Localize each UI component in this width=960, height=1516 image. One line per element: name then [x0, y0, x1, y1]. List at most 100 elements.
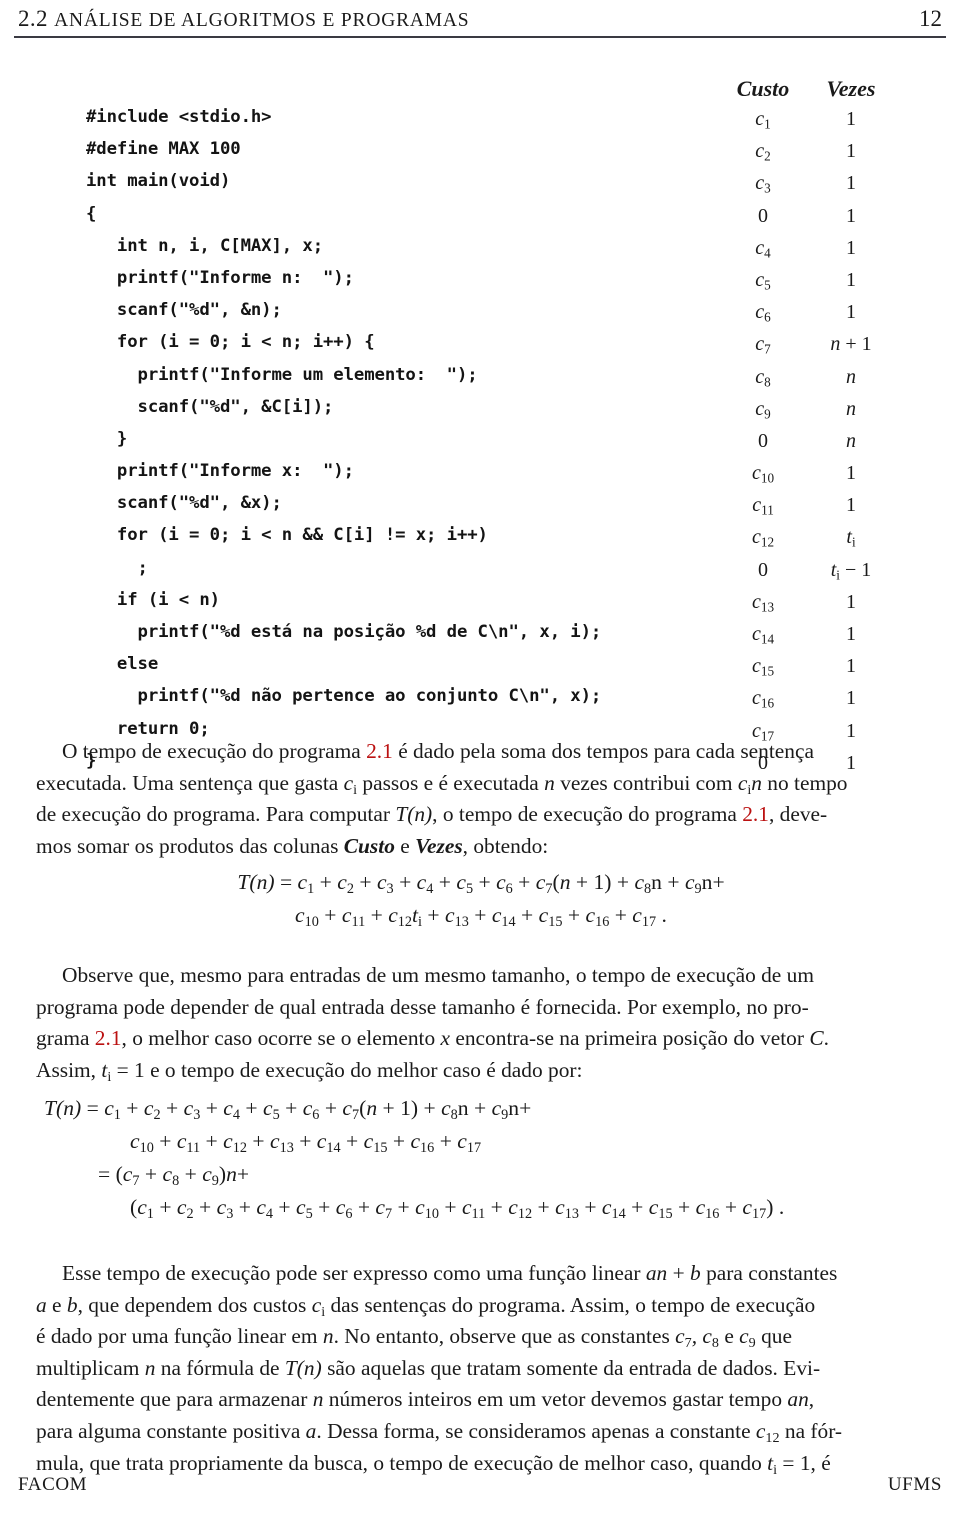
cost-cell: c7 — [755, 333, 771, 357]
section-title: ANÁLISE DE ALGORITMOS E PROGRAMAS — [54, 10, 470, 31]
code-listing-row: ; 0 ti − 1 — [0, 557, 960, 589]
code-line: int main(void) — [86, 171, 231, 192]
code-listing-row: printf("Informe x: "); c10 1 — [0, 460, 960, 492]
math-an-plus-b: an + b — [645, 1261, 701, 1285]
times-cell: 1 — [846, 687, 856, 710]
times-cell: n — [846, 365, 856, 388]
code-line: { — [86, 203, 97, 224]
times-cell: 1 — [846, 494, 856, 517]
code-line: int n, i, C[MAX], x; — [86, 235, 323, 256]
paragraph-line: multiplicam n na fórmula de T(n) são aqu… — [36, 1355, 821, 1380]
page-footer: FACOM UFMS — [18, 1474, 942, 1500]
paragraph-line: Esse tempo de execução pode ser expresso… — [62, 1261, 838, 1285]
math-n: n — [322, 1324, 334, 1349]
code-line: scanf("%d", &x); — [86, 493, 282, 514]
paragraph-line: grama 2.1, o melhor caso ocorre se o ele… — [36, 1026, 829, 1051]
times-cell: 1 — [846, 204, 856, 227]
code-listing-row: int n, i, C[MAX], x; c4 1 — [0, 235, 960, 267]
math-T-n: T(n) — [395, 802, 433, 827]
equation-T-n-best-case: T(n) = c1 + c2 + c3 + c4 + c5 + c6 + c7(… — [36, 1092, 926, 1224]
times-cell: 1 — [846, 236, 856, 259]
code-listing-with-cost-table: Custo Vezes #include <stdio.h> c1 1 #define… — [0, 76, 960, 782]
cost-cell: c6 — [755, 301, 771, 325]
paragraph-line: programa pode depender de qual entrada d… — [36, 994, 809, 1019]
code-listing-row: } 0 n — [0, 428, 960, 460]
times-cell: ti — [846, 526, 856, 551]
footer-institution-right: UFMS — [887, 1474, 942, 1495]
cost-cell: c14 — [751, 623, 775, 647]
code-listing-row: if (i < n) c13 1 — [0, 589, 960, 621]
equation-T-n-general: T(n) = c1 + c2 + c3 + c4 + c5 + c6 + c7(… — [36, 866, 926, 932]
equation-line: c10 + c11 + c12 + c13 + c14 + c15 + c16 … — [130, 1129, 482, 1156]
cost-cell: c12 — [751, 526, 775, 551]
code-listing-row: printf("Informe um elemento: "); c8 n — [0, 364, 960, 396]
code-listing-row: scanf("%d", &x); c11 1 — [0, 492, 960, 524]
code-line: #define MAX 100 — [86, 139, 241, 160]
cost-cell: c5 — [755, 268, 771, 293]
code-line: #include <stdio.h> — [86, 107, 272, 127]
code-listing-row: scanf("%d", &C[i]); c9 n — [0, 396, 960, 428]
times-cell: n — [846, 397, 856, 420]
paragraph-observe-que: Observe que, mesmo para entradas de um m… — [36, 960, 926, 1086]
paragraph-line: O tempo de execução do programa 2.1 é da… — [62, 739, 814, 763]
emph-custo: Custo — [343, 833, 395, 858]
cross-reference-2-1[interactable]: 2.1 — [95, 1026, 122, 1050]
times-cell: 1 — [846, 172, 856, 195]
code-listing-row: for (i = 0; i < n; i++) {c7 n + 1 — [0, 331, 960, 363]
code-listing-row: printf("%d não pertence ao conjunto C\n"… — [0, 685, 960, 717]
math-a: a — [36, 1292, 47, 1317]
cost-cell: c9 — [755, 397, 771, 422]
code-listing-row: printf("Informe n: "); c5 1 — [0, 267, 960, 299]
paragraph-line: é dado por uma função linear em n. No en… — [36, 1324, 792, 1352]
running-head-title: 2.2 ANÁLISE DE ALGORITMOS E PROGRAMAS — [18, 6, 469, 32]
code-listing-row: else c15 1 — [0, 653, 960, 685]
math-T-n: T(n) — [284, 1355, 322, 1380]
code-listing-row: {0 1 — [0, 203, 960, 235]
math-c-9: c9 — [739, 1324, 756, 1352]
math-x: x — [440, 1026, 451, 1051]
paragraph-line: para alguma constante positiva a. Dessa … — [36, 1418, 843, 1446]
times-cell: 1 — [846, 108, 856, 130]
cost-cell: c10 — [751, 462, 775, 486]
cost-cell: c2 — [755, 140, 771, 164]
cost-cell: c11 — [752, 494, 774, 518]
code-line: for (i = 0; i < n; i++) { — [86, 332, 375, 353]
code-line: for (i = 0; i < n && C[i] != x; i++) — [86, 525, 488, 546]
equation-line: T(n) = c1 + c2 + c3 + c4 + c5 + c6 + c7(… — [44, 1096, 532, 1123]
cross-reference-2-1[interactable]: 2.1 — [366, 739, 393, 763]
math-t-i-equals-1: ti = 1 — [101, 1057, 145, 1085]
paragraph-line: dentemente que para armazenar n números … — [36, 1387, 815, 1412]
math-n: n — [544, 770, 555, 795]
times-cell: 1 — [846, 462, 856, 485]
code-line: printf("Informe x: "); — [86, 461, 354, 482]
times-cell: n — [846, 429, 856, 452]
page-header: 2.2 ANÁLISE DE ALGORITMOS E PROGRAMAS 12 — [18, 6, 942, 36]
equation-line: = (c7 + c8 + c9)n+ — [98, 1162, 250, 1189]
math-t-i-equals-1: ti = 1 — [767, 1450, 811, 1478]
section-number: 2.2 — [18, 6, 48, 31]
paragraph-line: Observe que, mesmo para entradas de um m… — [62, 963, 814, 987]
code-listing-row: for (i = 0; i < n && C[i] != x; i++) c12 t… — [0, 524, 960, 556]
times-cell: 1 — [846, 301, 856, 324]
math-a: a — [305, 1418, 317, 1443]
code-listing-row: #include <stdio.h> c1 1 — [0, 106, 960, 138]
page-number: 12 — [919, 6, 942, 31]
cost-cell: c15 — [751, 655, 775, 679]
paragraph-line: de execução do programa. Para computar T… — [36, 802, 828, 827]
code-line: if (i < n) — [86, 589, 220, 610]
paragraph-funcao-linear: Esse tempo de execução pode ser expresso… — [36, 1258, 926, 1479]
paragraph-tempo-execucao: O tempo de execução do programa 2.1 é da… — [36, 736, 926, 862]
times-cell: 1 — [846, 623, 856, 645]
footer-institution-left: FACOM — [18, 1474, 88, 1495]
math-n: n — [144, 1355, 156, 1380]
code-line: printf("Informe um elemento: "); — [86, 364, 478, 385]
equation-line: c10 + c11 + c12ti + c13 + c14 + c15 + c1… — [295, 903, 667, 930]
cost-cell: c8 — [755, 365, 771, 390]
column-header-custo: Custo — [736, 76, 790, 101]
cross-reference-2-1[interactable]: 2.1 — [742, 802, 769, 826]
header-rule — [14, 36, 946, 38]
code-line: } — [86, 428, 128, 449]
code-listing-row: int main(void) c3 1 — [0, 170, 960, 202]
times-cell: 1 — [846, 590, 856, 613]
code-listing-row: #define MAX 100 c2 1 — [0, 138, 960, 170]
